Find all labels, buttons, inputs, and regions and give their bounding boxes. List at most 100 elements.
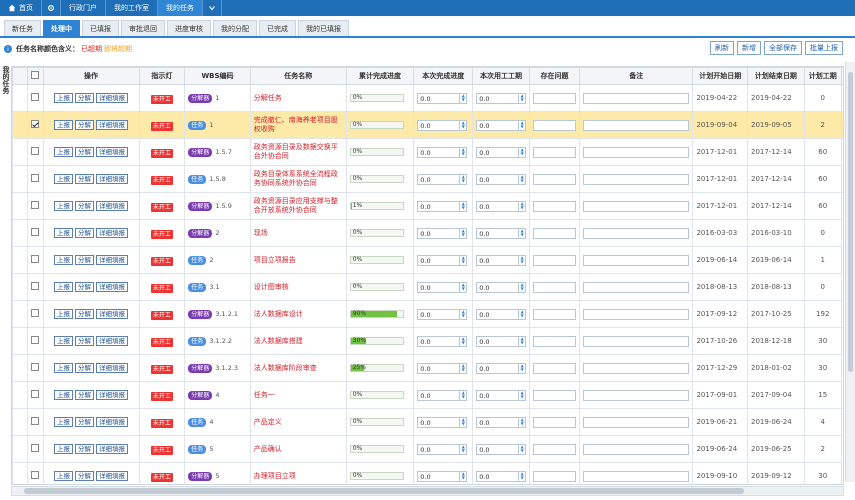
labor-days-stepper[interactable]: 0.0 ▲ ▼ xyxy=(476,92,527,104)
nav-more[interactable] xyxy=(203,0,222,16)
save-all-button[interactable]: 全部保存 xyxy=(764,41,802,55)
refresh-button[interactable]: 刷新 xyxy=(710,41,734,55)
stepper-down-icon[interactable]: ▼ xyxy=(460,260,466,265)
table-row[interactable]: 上报 分解 详细填报 未开工 分解器 1.5.9 政务资源目录应用支撑与整合开放系… xyxy=(12,192,843,220)
batch-report-button[interactable]: 批量上报 xyxy=(805,41,843,55)
remark-input[interactable] xyxy=(583,281,690,293)
row-checkbox[interactable] xyxy=(31,174,40,182)
tab-5[interactable]: 我的分配 xyxy=(213,20,257,36)
detail-fill-button[interactable]: 详细填报 xyxy=(96,93,129,103)
report-button[interactable]: 上报 xyxy=(54,201,74,211)
nav-workspace[interactable]: 我的工作室 xyxy=(106,0,158,16)
nav-settings[interactable] xyxy=(42,0,61,16)
report-button[interactable]: 上报 xyxy=(54,93,74,103)
remark-input[interactable] xyxy=(583,200,690,212)
table-row[interactable]: 上报 分解 详细填报 未开工 任务 1 完成撤仁、南海养老项目股权收购 0% 0.… xyxy=(12,111,843,139)
table-row[interactable]: 上报 分解 详细填报 未开工 任务 2 项目立项报告 0% 0.0 ▲ ▼ 0.0 ▲ ▼… xyxy=(12,246,843,274)
current-progress-stepper[interactable]: 0.0 ▲ ▼ xyxy=(417,416,468,428)
decompose-button[interactable]: 分解 xyxy=(75,336,95,346)
task-name-link[interactable]: 法人数据库搭建 xyxy=(254,337,303,345)
table-row[interactable]: 上报 分解 详细填报 未开工 分解器 2 现场 0% 0.0 ▲ ▼ 0.0 ▲ ▼ 20… xyxy=(12,219,843,247)
stepper-down-icon[interactable]: ▼ xyxy=(519,152,525,157)
detail-fill-button[interactable]: 详细填报 xyxy=(96,282,129,292)
current-progress-stepper[interactable]: 0.0 ▲ ▼ xyxy=(417,362,468,374)
remark-input[interactable] xyxy=(583,173,690,185)
tab-1[interactable]: 处理中 xyxy=(43,20,80,36)
detail-fill-button[interactable]: 详细填报 xyxy=(96,390,129,400)
labor-days-stepper[interactable]: 0.0 ▲ ▼ xyxy=(476,173,527,185)
stepper-down-icon[interactable]: ▼ xyxy=(519,233,525,238)
stepper-down-icon[interactable]: ▼ xyxy=(519,449,525,454)
stepper-down-icon[interactable]: ▼ xyxy=(460,449,466,454)
stepper-down-icon[interactable]: ▼ xyxy=(519,287,525,292)
row-checkbox[interactable] xyxy=(31,390,40,398)
remark-input[interactable] xyxy=(583,389,690,401)
stepper-down-icon[interactable]: ▼ xyxy=(460,152,466,157)
tab-7[interactable]: 我的已填报 xyxy=(298,20,349,36)
task-name-link[interactable]: 法人数据库设计 xyxy=(254,310,303,318)
table-row[interactable]: 上报 分解 详细填报 未开工 分解器 3.1.2.1 法人数据库设计 90% 0.… xyxy=(12,300,843,328)
issues-input[interactable] xyxy=(532,389,577,401)
decompose-button[interactable]: 分解 xyxy=(75,228,95,238)
current-progress-stepper[interactable]: 0.0 ▲ ▼ xyxy=(417,254,468,266)
decompose-button[interactable]: 分解 xyxy=(75,363,95,373)
issues-input[interactable] xyxy=(532,308,577,320)
row-checkbox[interactable] xyxy=(31,255,40,263)
row-checkbox[interactable] xyxy=(31,228,40,236)
decompose-button[interactable]: 分解 xyxy=(75,93,95,103)
row-checkbox[interactable] xyxy=(31,309,40,317)
remark-input[interactable] xyxy=(583,335,690,347)
table-row[interactable]: 上报 分解 详细填报 未开工 任务 3.1 设计图审核 0% 0.0 ▲ ▼ 0.0 ▲… xyxy=(12,273,843,301)
stepper-down-icon[interactable]: ▼ xyxy=(519,179,525,184)
row-checkbox[interactable] xyxy=(31,201,40,209)
labor-days-stepper[interactable]: 0.0 ▲ ▼ xyxy=(476,362,527,374)
current-progress-stepper[interactable]: 0.0 ▲ ▼ xyxy=(417,92,468,104)
horizontal-scroll-thumb[interactable] xyxy=(24,488,744,494)
issues-input[interactable] xyxy=(532,470,577,482)
task-name-link[interactable]: 设计图审核 xyxy=(254,283,289,291)
tab-2[interactable]: 已填报 xyxy=(82,20,119,36)
remark-input[interactable] xyxy=(583,416,690,428)
detail-fill-button[interactable]: 详细填报 xyxy=(96,363,129,373)
current-progress-stepper[interactable]: 0.0 ▲ ▼ xyxy=(417,335,468,347)
stepper-down-icon[interactable]: ▼ xyxy=(519,125,525,130)
remark-input[interactable] xyxy=(583,362,690,374)
detail-fill-button[interactable]: 详细填报 xyxy=(96,120,129,130)
select-all-checkbox[interactable] xyxy=(31,71,40,79)
detail-fill-button[interactable]: 详细填报 xyxy=(96,255,129,265)
remark-input[interactable] xyxy=(583,443,690,455)
stepper-down-icon[interactable]: ▼ xyxy=(460,98,466,103)
issues-input[interactable] xyxy=(532,119,577,131)
report-button[interactable]: 上报 xyxy=(54,228,74,238)
labor-days-stepper[interactable]: 0.0 ▲ ▼ xyxy=(476,308,527,320)
table-row[interactable]: 上报 分解 详细填报 未开工 任务 3.1.2.2 法人数据库搭建 30% 0.0… xyxy=(12,327,843,355)
detail-fill-button[interactable]: 详细填报 xyxy=(96,228,129,238)
add-button[interactable]: 新增 xyxy=(737,41,761,55)
row-checkbox[interactable] xyxy=(31,147,40,155)
detail-fill-button[interactable]: 详细填报 xyxy=(96,444,129,454)
decompose-button[interactable]: 分解 xyxy=(75,390,95,400)
task-name-link[interactable]: 产品定义 xyxy=(254,418,282,426)
stepper-down-icon[interactable]: ▼ xyxy=(519,314,525,319)
remark-input[interactable] xyxy=(583,92,690,104)
stepper-down-icon[interactable]: ▼ xyxy=(519,422,525,427)
issues-input[interactable] xyxy=(532,416,577,428)
labor-days-stepper[interactable]: 0.0 ▲ ▼ xyxy=(476,146,527,158)
labor-days-stepper[interactable]: 0.0 ▲ ▼ xyxy=(476,389,527,401)
table-row[interactable]: 上报 分解 详细填报 未开工 分解器 1 分解任务 0% 0.0 ▲ ▼ 0.0 ▲ ▼ … xyxy=(12,84,843,112)
remark-input[interactable] xyxy=(583,227,690,239)
labor-days-stepper[interactable]: 0.0 ▲ ▼ xyxy=(476,200,527,212)
row-checkbox[interactable] xyxy=(31,93,40,101)
detail-fill-button[interactable]: 详细填报 xyxy=(96,174,129,184)
decompose-button[interactable]: 分解 xyxy=(75,201,95,211)
issues-input[interactable] xyxy=(532,173,577,185)
tab-3[interactable]: 审批退回 xyxy=(121,20,165,36)
nav-portal[interactable]: 行政门户 xyxy=(61,0,106,16)
task-name-link[interactable]: 政务目录体系系统全流程政务协同系统外协合同 xyxy=(254,170,338,187)
report-button[interactable]: 上报 xyxy=(54,471,74,481)
task-name-link[interactable]: 任务一 xyxy=(254,391,275,399)
decompose-button[interactable]: 分解 xyxy=(75,282,95,292)
task-name-link[interactable]: 法人数据库阶段审查 xyxy=(254,364,317,372)
table-row[interactable]: 上报 分解 详细填报 未开工 分解器 5 办理项目立项 0% 0.0 ▲ ▼ 0.0 ▲… xyxy=(12,462,843,484)
labor-days-stepper[interactable]: 0.0 ▲ ▼ xyxy=(476,281,527,293)
